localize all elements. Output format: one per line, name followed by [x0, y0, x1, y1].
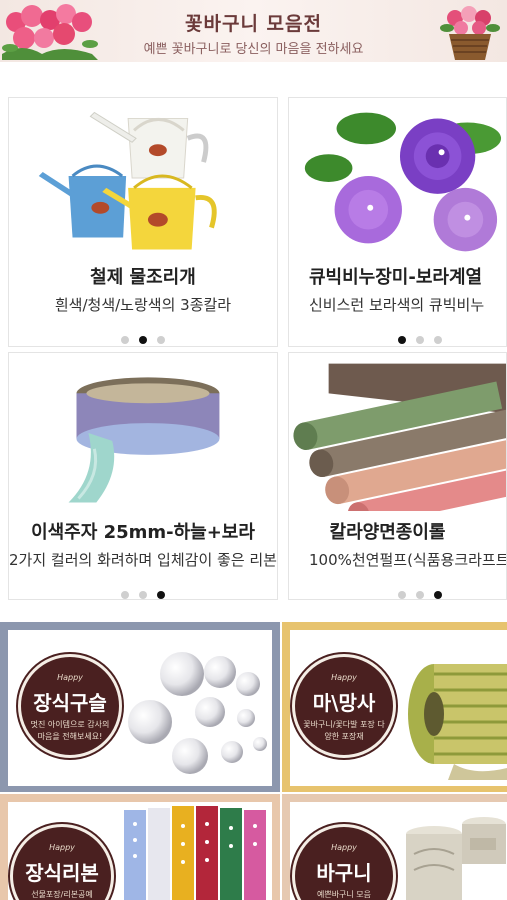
category-tile-beads[interactable]: Happy 장식구슬 멋진 아이템으로 감사의 마음을 전해보세요!	[0, 622, 280, 792]
category-tile-mesh[interactable]: Happy 마\망사 꽃바구니/꽃다발 포장 다양한 포장재	[282, 622, 507, 792]
carousel-dots	[9, 329, 277, 344]
category-desc: 꽃바구니/꽃다발 포장 다양한 포장재	[303, 720, 385, 741]
category-desc: 멋진 아이템으로 감사의 마음을 전해보세요!	[30, 720, 110, 741]
flower-basket-image	[440, 6, 500, 60]
product-card[interactable]: 큐빅비누장미-보라계열 신비스런 보라색의 큐빅비누	[288, 97, 507, 347]
category-section: Happy 장식구슬 멋진 아이템으로 감사의 마음을 전해보세요! Happy…	[0, 622, 507, 900]
mesh-roll-image	[408, 664, 507, 780]
ribbon-rolls-image	[124, 806, 266, 900]
carousel-dot[interactable]	[139, 591, 147, 599]
promo-banner[interactable]: 꽃바구니 모음전 예쁜 꽃바구니로 당신의 마음을 전하세요	[0, 0, 507, 62]
category-tile-basket[interactable]: Happy 바구니 예쁜바구니 모음	[282, 794, 507, 900]
tin-basket-image	[406, 817, 506, 900]
product-title: 이색주자 25mm-하늘+보라	[31, 522, 255, 543]
banner-subtitle: 예쁜 꽃바구니로 당신의 마음을 전하세요	[143, 42, 364, 57]
product-card[interactable]: 칼라양면종이롤 100%천연펄프(식품용크라프트	[288, 352, 507, 600]
product-card[interactable]: 철제 물조리개 흰색/청색/노랑색의 3종칼라	[8, 97, 278, 347]
carousel-dot-active[interactable]	[398, 336, 406, 344]
badge-happy-text: Happy	[57, 673, 83, 682]
carousel-dot[interactable]	[157, 336, 165, 344]
soap-rose-image	[289, 98, 506, 256]
category-title: 장식구슬	[33, 691, 107, 715]
product-title: 철제 물조리개	[90, 267, 196, 288]
product-title: 큐빅비누장미-보라계열	[309, 267, 483, 288]
badge-happy-text: Happy	[331, 673, 357, 682]
ribbon-roll-image	[9, 353, 277, 511]
category-tile-ribbon[interactable]: Happy 장식리본 선물포장/리본공예	[0, 794, 280, 900]
pearl-beads-image	[128, 652, 267, 774]
category-badge: Happy 장식구슬 멋진 아이템으로 감사의 마음을 전해보세요!	[18, 654, 122, 758]
category-desc: 선물포장/리본공예	[31, 890, 93, 899]
carousel-dots	[9, 584, 277, 599]
product-title: 칼라양면종이롤	[329, 522, 446, 543]
category-badge: Happy 마\망사 꽃바구니/꽃다발 포장 다양한 포장재	[292, 654, 396, 758]
carousel-dot-active[interactable]	[139, 336, 147, 344]
banner-title: 꽃바구니 모음전	[185, 13, 322, 35]
product-desc: 신비스런 보라색의 큐빅비누	[309, 296, 485, 314]
product-desc: 흰색/청색/노랑색의 3종칼라	[54, 296, 232, 314]
carousel-dots	[289, 584, 506, 599]
carousel-dot[interactable]	[121, 336, 129, 344]
category-title: 바구니	[316, 861, 372, 885]
category-title: 장식리본	[25, 861, 99, 885]
badge-happy-text: Happy	[331, 843, 357, 852]
carousel-dot[interactable]	[416, 591, 424, 599]
paper-roll-image	[289, 353, 506, 511]
category-title: 마\망사	[312, 691, 376, 715]
carousel-dot[interactable]	[121, 591, 129, 599]
category-desc: 예쁜바구니 모음	[316, 890, 372, 899]
carousel-dot-active[interactable]	[434, 591, 442, 599]
carousel-dot[interactable]	[434, 336, 442, 344]
carousel-dot[interactable]	[416, 336, 424, 344]
carousel-dots	[289, 329, 506, 344]
product-desc: 100%천연펄프(식품용크라프트	[309, 551, 507, 569]
product-desc: 2가지 컬러의 화려하며 입체감이 좋은 리본	[9, 551, 277, 569]
carousel-dot[interactable]	[398, 591, 406, 599]
product-card[interactable]: 이색주자 25mm-하늘+보라 2가지 컬러의 화려하며 입체감이 좋은 리본	[8, 352, 278, 600]
badge-happy-text: Happy	[49, 843, 75, 852]
watering-can-image	[9, 98, 277, 256]
carousel-dot-active[interactable]	[157, 591, 165, 599]
